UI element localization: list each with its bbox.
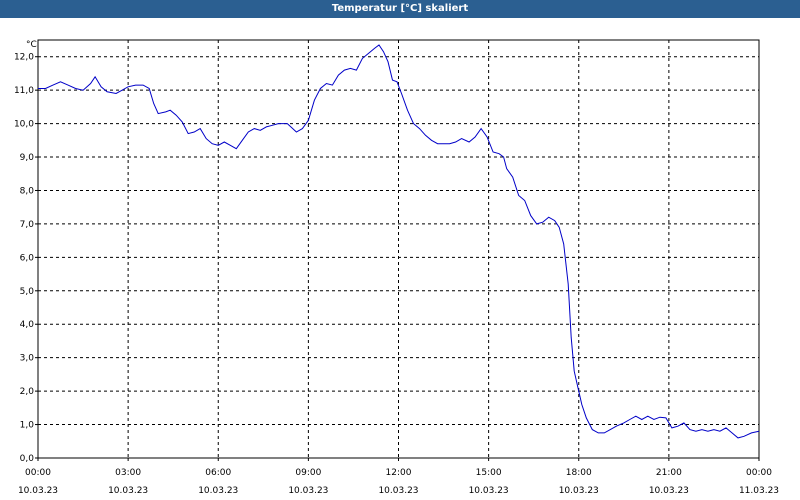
chart-window: Temperatur [°C] skaliert 0,0 1,0 2,0 3,0 4,0…: [0, 0, 800, 500]
grid-layer: [38, 40, 759, 458]
y-axis: 0,0 1,0 2,0 3,0 4,0 5,0 6,0 7,0 8,0 9,0 10,0 11,0 12…: [14, 53, 38, 464]
y-tick-label: 3,0: [20, 354, 35, 364]
y-tick-label: 5,0: [20, 287, 35, 297]
y-axis-unit-label: °C: [26, 40, 37, 50]
x-tick-date-label: 10.03.23: [378, 486, 418, 496]
x-tick-date-label: 10.03.23: [198, 486, 238, 496]
y-tick-label: 8,0: [20, 186, 35, 196]
y-tick-label: 10,0: [14, 120, 34, 130]
y-tick-label: 12,0: [14, 53, 34, 63]
x-tick-date-label: 10.03.23: [559, 486, 599, 496]
x-tick-time-label: 09:00: [295, 468, 321, 478]
x-tick-date-label: 10.03.23: [469, 486, 509, 496]
y-tick-label: 7,0: [20, 220, 35, 230]
x-tick-date-label: 10.03.23: [649, 486, 689, 496]
x-tick-time-label: 00:00: [746, 468, 772, 478]
x-tick-time-label: 06:00: [205, 468, 231, 478]
y-tick-label: 0,0: [20, 454, 35, 464]
y-tick-label: 6,0: [20, 253, 35, 263]
x-tick-date-label: 11.03.23: [739, 486, 779, 496]
x-tick-date-label: 10.03.23: [108, 486, 148, 496]
x-axis: 00:00 10.03.23 03:00 10.03.23 06:00 10.03.23 0…: [18, 458, 779, 496]
y-tick-label: 4,0: [20, 320, 35, 330]
x-tick-time-label: 03:00: [115, 468, 141, 478]
x-tick-time-label: 15:00: [476, 468, 502, 478]
chart-title-bar: Temperatur [°C] skaliert: [0, 0, 800, 18]
y-tick-label: 9,0: [20, 153, 35, 163]
x-tick-time-label: 00:00: [25, 468, 51, 478]
y-tick-label: 11,0: [14, 86, 34, 96]
y-tick-label: 2,0: [20, 387, 35, 397]
x-tick-date-label: 10.03.23: [288, 486, 328, 496]
x-tick-date-label: 10.03.23: [18, 486, 58, 496]
x-tick-time-label: 21:00: [656, 468, 682, 478]
x-tick-time-label: 18:00: [566, 468, 592, 478]
y-tick-label: 1,0: [20, 421, 35, 431]
temperature-chart: 0,0 1,0 2,0 3,0 4,0 5,0 6,0 7,0 8,0 9,0 10,0 11,0 12…: [14, 39, 779, 496]
x-tick-time-label: 12:00: [386, 468, 412, 478]
